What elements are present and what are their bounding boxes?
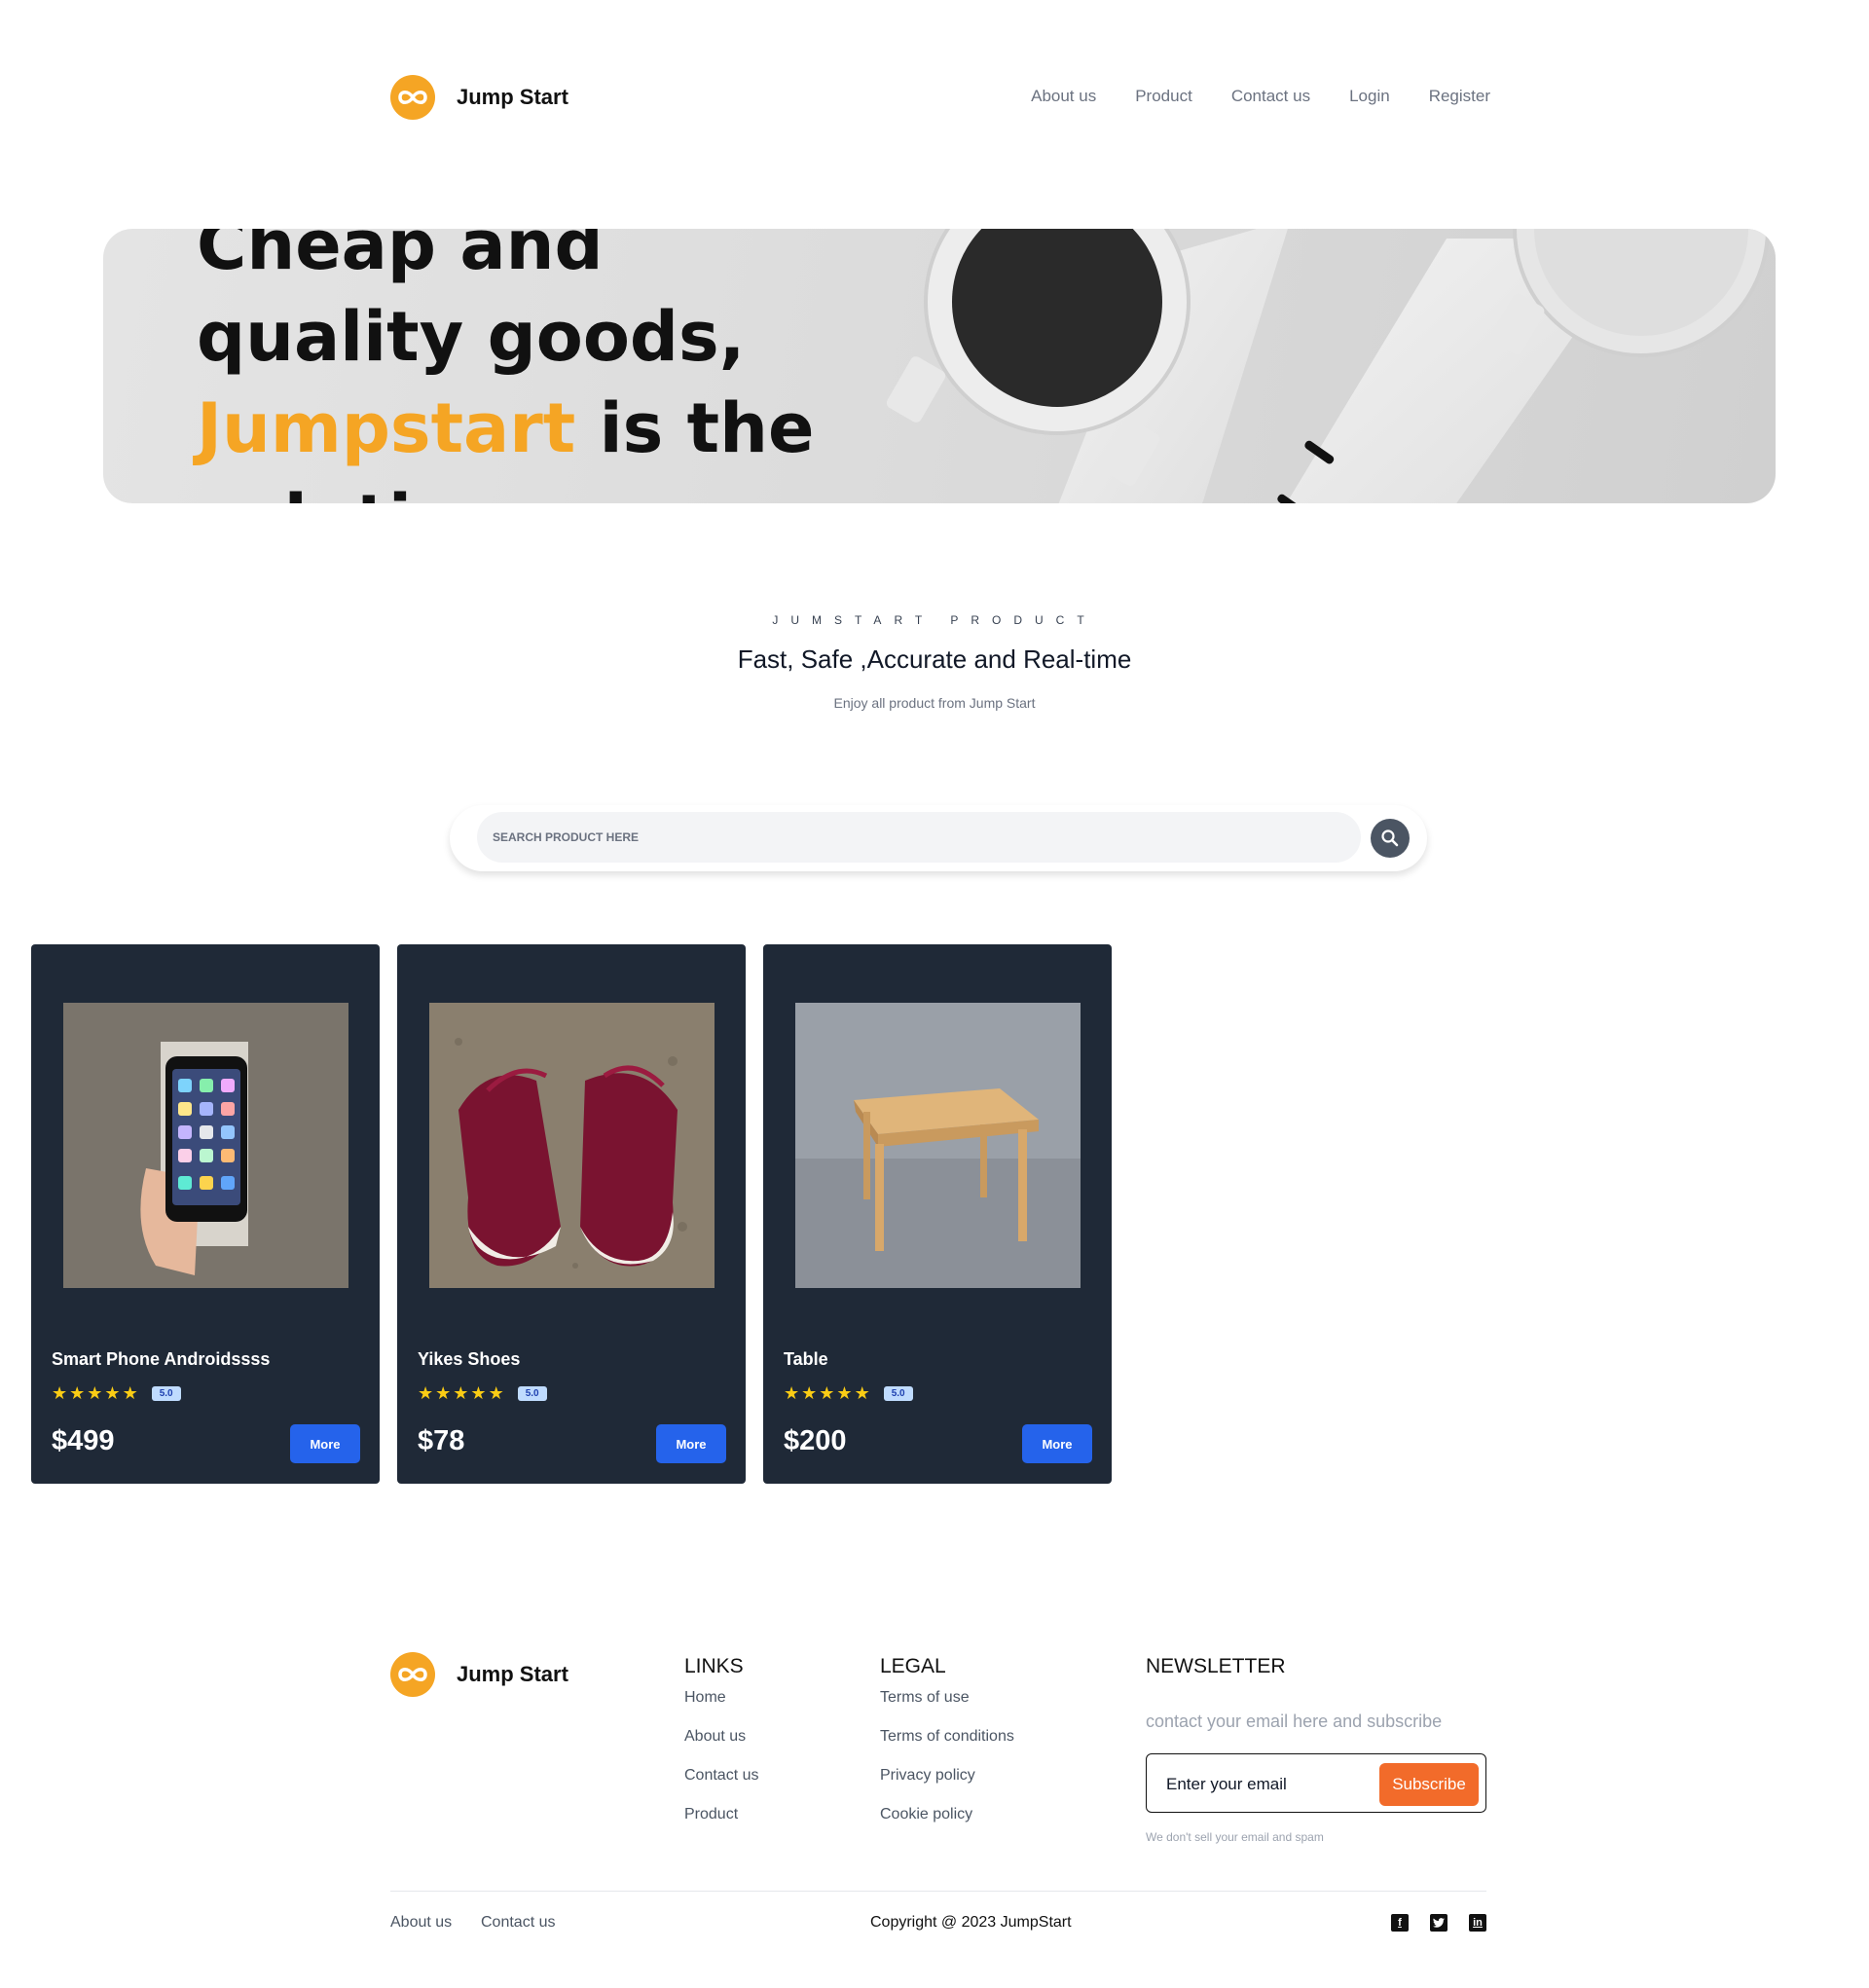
rating-badge: 5.0: [517, 1385, 547, 1401]
nav-login[interactable]: Login: [1349, 87, 1390, 106]
star-icon: ★: [104, 1383, 121, 1403]
product-name: Table: [784, 1349, 828, 1369]
hero-line-4: solution: [197, 480, 507, 503]
star-icon: ★: [854, 1383, 870, 1403]
search-icon: [1381, 829, 1399, 847]
hero-line-3: is the: [575, 388, 815, 468]
footer-link-product[interactable]: Product: [684, 1806, 738, 1823]
footer-link-contact-us[interactable]: Contact us: [684, 1767, 758, 1785]
hero-banner: Cheap and quality goods, Jumpstart is the s…: [103, 229, 1776, 503]
product-name: Smart Phone Androidssss: [52, 1349, 271, 1369]
star-icon: ★: [453, 1383, 469, 1403]
nav-register[interactable]: Register: [1429, 87, 1490, 106]
footer-brand[interactable]: Jump Start: [390, 1652, 568, 1697]
section-title: Fast, Safe ,Accurate and Real-time: [737, 644, 1132, 674]
rating-stars: ★ ★ ★ ★ ★ 5.0: [52, 1384, 181, 1402]
product-image-shoes: [429, 1003, 715, 1288]
product-name: Yikes Shoes: [418, 1349, 521, 1369]
star-icon: ★: [801, 1383, 818, 1403]
product-card[interactable]: Smart Phone Androidssss ★ ★ ★ ★ ★ 5.0 $499 M…: [31, 944, 380, 1484]
star-icon: ★: [470, 1383, 487, 1403]
nav-about-us[interactable]: About us: [1031, 87, 1096, 106]
bottom-link-contact-us[interactable]: Contact us: [481, 1914, 555, 1932]
star-icon: ★: [488, 1383, 504, 1403]
footer-brand-name: Jump Start: [457, 1662, 568, 1686]
star-icon: ★: [122, 1383, 138, 1403]
legal-title: LEGAL: [880, 1655, 946, 1677]
facebook-icon[interactable]: f: [1391, 1914, 1409, 1932]
hero-highlight: Jumpstart: [197, 388, 576, 468]
product-price: $78: [418, 1425, 465, 1456]
star-icon: ★: [87, 1383, 103, 1403]
footer-link-about-us[interactable]: About us: [684, 1728, 746, 1746]
copyright: Copyright @ 2023 JumpStart: [870, 1914, 1072, 1931]
star-icon: ★: [784, 1383, 800, 1403]
hero-line-1: Cheap and: [197, 229, 604, 285]
section-kicker: JUMSTART PRODUCT: [772, 613, 1097, 627]
logo-icon: [390, 75, 435, 120]
product-price: $499: [52, 1425, 115, 1456]
newsletter-caption: contact your email here and subscribe: [1146, 1712, 1443, 1731]
product-price: $200: [784, 1425, 847, 1456]
links-title: LINKS: [684, 1655, 744, 1677]
star-icon: ★: [435, 1383, 452, 1403]
bottom-link-about-us[interactable]: About us: [390, 1914, 452, 1932]
rating-badge: 5.0: [151, 1385, 181, 1401]
email-field[interactable]: [1164, 1764, 1363, 1805]
nav-product[interactable]: Product: [1135, 87, 1192, 106]
search-button[interactable]: [1371, 819, 1410, 858]
rating-stars: ★ ★ ★ ★ ★ 5.0: [784, 1384, 913, 1402]
footer-link-home[interactable]: Home: [684, 1689, 726, 1707]
nav-contact-us[interactable]: Contact us: [1231, 87, 1310, 106]
star-icon: ★: [69, 1383, 86, 1403]
star-icon: ★: [52, 1383, 68, 1403]
site-header: Jump Start About us Product Contact us L…: [390, 73, 1490, 122]
hero-headline: Cheap and quality goods, Jumpstart is the s…: [197, 229, 936, 503]
more-button[interactable]: More: [656, 1424, 726, 1463]
newsletter-form: Subscribe: [1146, 1753, 1486, 1813]
star-icon: ★: [418, 1383, 434, 1403]
rating-stars: ★ ★ ★ ★ ★ 5.0: [418, 1384, 547, 1402]
hero-line-2: quality goods,: [197, 297, 746, 377]
more-button[interactable]: More: [290, 1424, 360, 1463]
star-icon: ★: [836, 1383, 853, 1403]
brand-name: Jump Start: [457, 85, 568, 109]
product-image-table: [795, 1003, 1081, 1288]
search-input[interactable]: [477, 812, 1361, 863]
footer-divider: [390, 1891, 1486, 1892]
newsletter-title: NEWSLETTER: [1146, 1655, 1286, 1677]
newsletter-note: We don't sell your email and spam: [1146, 1830, 1324, 1844]
star-icon: ★: [819, 1383, 835, 1403]
footer-link-cookie-policy[interactable]: Cookie policy: [880, 1806, 972, 1823]
product-image-smartphone: [63, 1003, 348, 1288]
linkedin-icon[interactable]: in: [1469, 1914, 1486, 1932]
main-nav: About us Product Contact us Login Regist…: [1031, 87, 1490, 106]
brand[interactable]: Jump Start: [390, 75, 568, 120]
logo-icon: [390, 1652, 435, 1697]
footer-link-privacy-policy[interactable]: Privacy policy: [880, 1767, 975, 1785]
product-card[interactable]: Yikes Shoes ★ ★ ★ ★ ★ 5.0 $78 More: [397, 944, 746, 1484]
rating-badge: 5.0: [883, 1385, 913, 1401]
twitter-icon[interactable]: [1430, 1914, 1448, 1932]
footer-link-terms-of-conditions[interactable]: Terms of conditions: [880, 1728, 1014, 1746]
product-card[interactable]: Table ★ ★ ★ ★ ★ 5.0 $200 More: [763, 944, 1112, 1484]
footer-link-terms-of-use[interactable]: Terms of use: [880, 1689, 970, 1707]
search-bar: [450, 805, 1427, 871]
subscribe-button[interactable]: Subscribe: [1379, 1763, 1479, 1806]
section-caption: Enjoy all product from Jump Start: [833, 695, 1036, 711]
more-button[interactable]: More: [1022, 1424, 1092, 1463]
